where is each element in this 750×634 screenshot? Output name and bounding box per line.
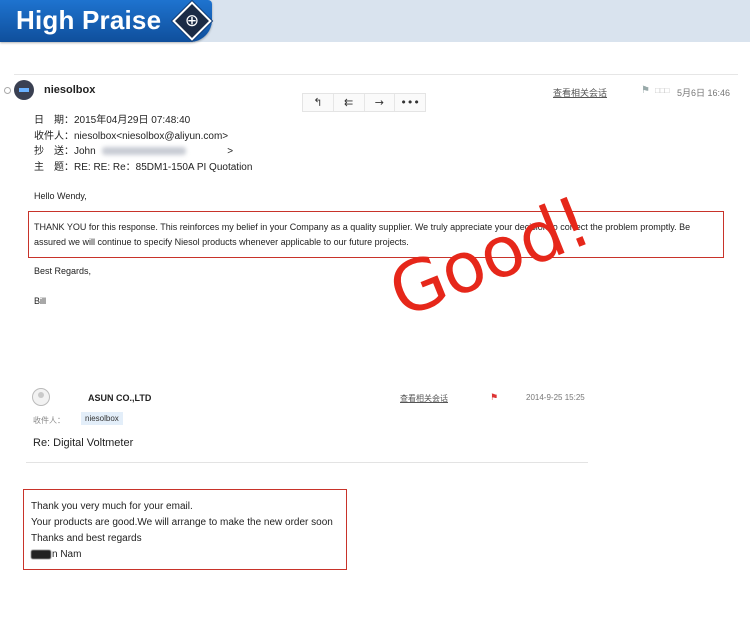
- meta-cc-label: 抄 送：: [34, 146, 74, 157]
- view-thread-link[interactable]: 查看相关会话: [553, 86, 607, 99]
- highlight-text: THANK YOU for this response. This reinfo…: [34, 222, 691, 247]
- reply-icon[interactable]: ↰: [303, 94, 334, 111]
- avatar: [14, 80, 34, 100]
- meta-cc-value: John: [74, 146, 96, 157]
- highlight-text: Thank you very much for your email. Your…: [31, 499, 333, 563]
- recipient-chip[interactable]: niesolbox: [81, 412, 123, 425]
- meta-cc-end: >: [227, 146, 234, 157]
- good-stamp: Good!: [378, 180, 602, 335]
- signature: Bill: [34, 296, 47, 306]
- globe-icon: ⊕: [184, 11, 200, 31]
- meta-date: 日 期：2015年04月29日 07:48:40: [34, 111, 190, 126]
- select-radio[interactable]: [4, 87, 11, 94]
- body-line: Your products are good.We will arrange t…: [31, 517, 333, 528]
- meta-subject-value: RE: RE: Re：85DM1-150A PI Quotation: [74, 162, 253, 173]
- meta-to-value: niesolbox<niesolbox@aliyun.com>: [74, 131, 229, 142]
- meta-subject: 主 题：RE: RE: Re：85DM1-150A PI Quotation: [34, 158, 252, 173]
- to-label: 收件人：: [33, 416, 65, 425]
- banner-title: High Praise: [16, 5, 162, 35]
- meta-to-label: 收件人：: [34, 131, 74, 142]
- more-icon[interactable]: •••: [395, 94, 425, 111]
- tag-label[interactable]: □□□: [655, 86, 670, 95]
- greeting: Hello Wendy,: [34, 191, 87, 201]
- sender-name[interactable]: niesolbox: [44, 84, 95, 96]
- meta-date-value: 2015年04月29日 07:48:40: [74, 115, 191, 126]
- divider: [14, 74, 738, 75]
- divider: [26, 462, 588, 463]
- flag-icon[interactable]: ⚑: [490, 392, 498, 403]
- email-subject: Re: Digital Voltmeter: [33, 437, 134, 449]
- avatar-placeholder: [32, 388, 50, 406]
- signature-tail: n Nam: [52, 549, 82, 560]
- meta-date-label: 日 期：: [34, 115, 74, 126]
- closing: Best Regards,: [34, 266, 92, 276]
- body-line: Thanks and best regards: [31, 533, 142, 544]
- forward-icon[interactable]: →: [365, 94, 396, 111]
- redacted-text: [102, 147, 187, 156]
- meta-cc: 抄 送：John >: [34, 142, 233, 157]
- sender-name[interactable]: ASUN CO.,LTD: [88, 393, 151, 403]
- timestamp: 5月6日 16:46: [677, 88, 731, 98]
- signature: n Nam: [31, 547, 333, 563]
- body-line: Thank you very much for your email.: [31, 501, 193, 512]
- flag-icon[interactable]: ⚑: [641, 85, 650, 96]
- meta-subject-label: 主 题：: [34, 162, 74, 173]
- redacted-scribble: [31, 549, 51, 559]
- view-thread-link[interactable]: 查看相关会话: [400, 393, 448, 404]
- email-toolbar: ↰ ⇇ → •••: [302, 93, 426, 112]
- timestamp: 2014-9-25 15:25: [526, 393, 585, 402]
- meta-to: 收件人：niesolbox<niesolbox@aliyun.com>: [34, 127, 228, 142]
- reply-all-icon[interactable]: ⇇: [334, 94, 365, 111]
